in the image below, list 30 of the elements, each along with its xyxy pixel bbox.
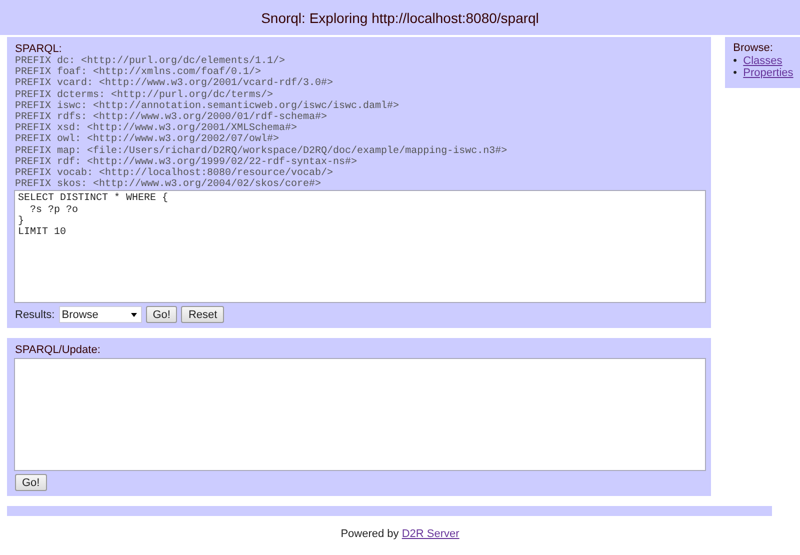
results-label: Results: — [15, 308, 55, 321]
prefix-line: PREFIX rdfs: <http://www.w3.org/2000/01/rdf-schema#> — [15, 112, 328, 124]
prefix-line: PREFIX xsd: <http://www.w3.org/2001/XMLSchema#> — [15, 123, 298, 134]
prefix-line: PREFIX owl: <http://www.w3.org/2002/07/owl#> — [15, 134, 280, 146]
update-label: SPARQL/Update: — [15, 344, 102, 356]
caret-icon — [130, 312, 137, 317]
powered-by-text: Powered by — [340, 528, 399, 540]
browse-label: Browse: — [733, 42, 774, 54]
bullet: • — [733, 55, 738, 67]
bullet: • — [733, 67, 738, 79]
prefix-line: PREFIX dcterms: <http://purl.org/dc/terms/> — [15, 90, 274, 101]
prefix-line: PREFIX foaf: <http://xmlns.com/foaf/0.1/> — [15, 67, 262, 78]
prefix-line: PREFIX vocab: <http://localhost:8080/resource/vocab/> — [15, 168, 334, 180]
update-field[interactable] — [14, 358, 706, 472]
d2r-server-link[interactable]: D2R Server — [402, 528, 460, 540]
sparql-label: SPARQL: — [15, 43, 63, 55]
prefix-line: PREFIX rdf: <http://www.w3.org/1999/02/22-rdf-syntax-ns#> — [15, 156, 358, 168]
reset-button[interactable]: Reset — [181, 306, 224, 324]
browse-link[interactable]: Classes — [743, 55, 782, 67]
prefix-line: PREFIX iswc: <http://annotation.semanticweb.org/iswc/iswc.daml#> — [15, 100, 400, 112]
prefix-line: PREFIX vcard: <http://www.w3.org/2001/vcard-rdf/3.0#> — [15, 78, 334, 90]
browse-link[interactable]: Properties — [743, 67, 794, 79]
page-title: Snorql: Exploring http://localhost:8080/sparql — [261, 10, 539, 26]
prefix-line: PREFIX map: <file:/Users/richard/D2RQ/workspace/D2RQ/doc/example/mapping-iswc.n3#> — [15, 146, 508, 157]
query-field[interactable]: SELECT DISTINCT * WHERE { ?s ?p ?o } LIMIT 10 — [14, 190, 706, 304]
prefix-line: PREFIX skos: <http://www.w3.org/2004/02/skos/core#> — [15, 179, 322, 190]
results-dropdown[interactable]: Browse — [58, 306, 142, 324]
go-button[interactable]: Go! — [15, 474, 47, 492]
go-button[interactable]: Go! — [146, 306, 178, 324]
prefix-line: PREFIX dc: <http://purl.org/dc/elements/1.1/> — [15, 56, 286, 67]
